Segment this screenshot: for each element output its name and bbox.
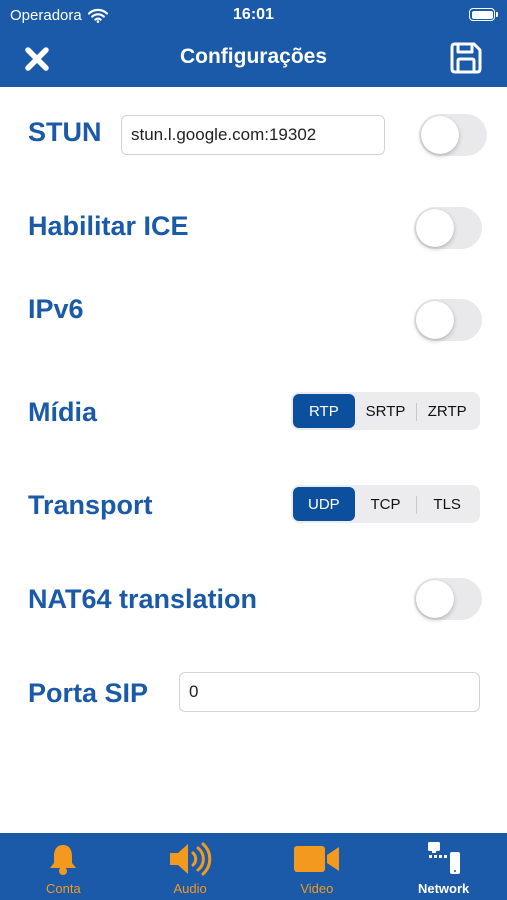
ice-toggle[interactable] bbox=[414, 207, 482, 249]
page-title: Configurações bbox=[179, 45, 328, 68]
transport-label: Transport bbox=[28, 490, 153, 520]
status-bar: Operadora 16:01 bbox=[0, 0, 507, 32]
tab-conta[interactable]: Conta bbox=[0, 833, 127, 900]
bell-icon bbox=[50, 845, 77, 875]
save-button[interactable] bbox=[447, 38, 485, 78]
transport-option-tls[interactable]: TLS bbox=[416, 487, 478, 521]
media-segmented-control[interactable]: RTP SRTP ZRTP bbox=[291, 392, 480, 430]
ipv6-toggle[interactable] bbox=[414, 299, 482, 341]
media-option-srtp[interactable]: SRTP bbox=[355, 394, 417, 428]
video-camera-icon bbox=[293, 846, 339, 872]
media-label: Mídia bbox=[28, 397, 98, 427]
tab-video[interactable]: Video bbox=[254, 833, 381, 900]
tab-audio-label: Audio bbox=[173, 881, 207, 896]
media-option-zrtp[interactable]: ZRTP bbox=[416, 394, 478, 428]
tab-audio[interactable]: Audio bbox=[127, 833, 254, 900]
media-option-rtp[interactable]: RTP bbox=[293, 394, 355, 428]
navigation-bar: Configurações bbox=[0, 32, 507, 87]
tab-network-label: Network bbox=[417, 881, 470, 896]
ice-label: Habilitar ICE bbox=[28, 211, 189, 241]
transport-option-udp[interactable]: UDP bbox=[293, 487, 355, 521]
stun-toggle[interactable] bbox=[419, 114, 487, 156]
status-time: 16:01 bbox=[233, 6, 274, 23]
tab-bar: Conta Audio Video Network bbox=[0, 833, 507, 900]
tab-network[interactable]: Network bbox=[380, 833, 507, 900]
transport-option-tcp[interactable]: TCP bbox=[355, 487, 417, 521]
nat64-toggle[interactable] bbox=[414, 578, 482, 620]
network-icon bbox=[427, 842, 460, 874]
tab-conta-label: Conta bbox=[46, 881, 81, 896]
speaker-icon bbox=[170, 842, 212, 876]
transport-segmented-control[interactable]: UDP TCP TLS bbox=[291, 485, 480, 523]
stun-label: STUN bbox=[28, 117, 102, 147]
floppy-disk-icon bbox=[450, 42, 482, 74]
stun-server-input[interactable] bbox=[121, 115, 385, 155]
tab-video-label: Video bbox=[300, 881, 334, 896]
ipv6-label: IPv6 bbox=[28, 294, 84, 324]
sip-port-label: Porta SIP bbox=[28, 678, 149, 708]
battery-icon bbox=[469, 8, 498, 21]
top-bar: Operadora 16:01 Configurações bbox=[0, 0, 507, 87]
sip-port-input[interactable] bbox=[179, 672, 480, 712]
nat64-label: NAT64 translation bbox=[28, 584, 258, 614]
